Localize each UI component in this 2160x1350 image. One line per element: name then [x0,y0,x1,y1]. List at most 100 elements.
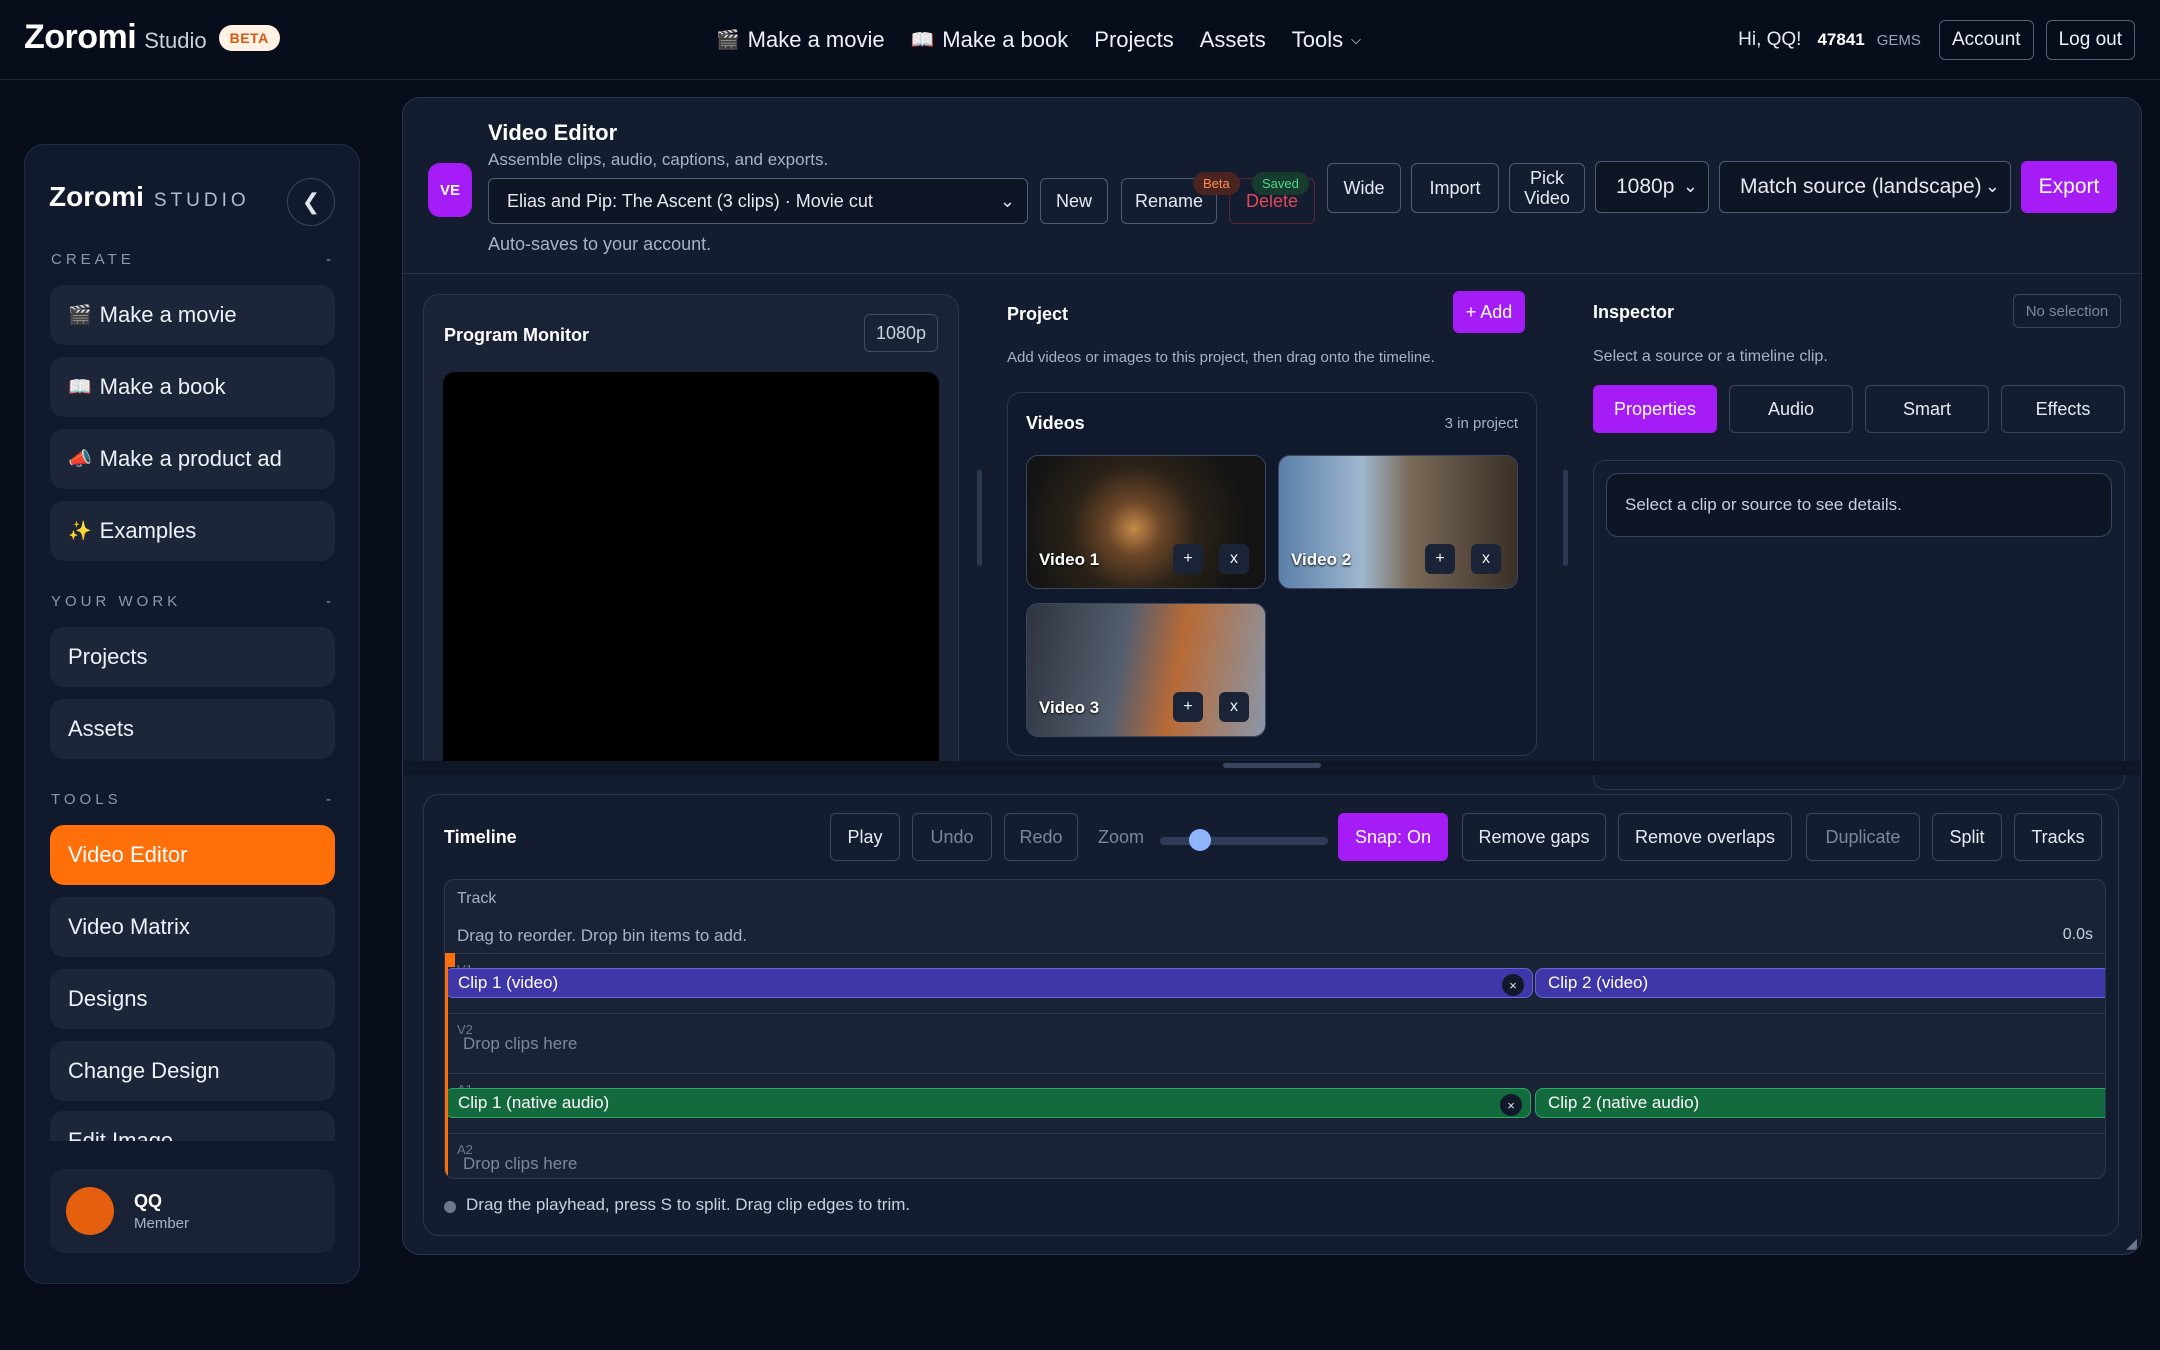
resolution-select[interactable]: 1080p ⌄ [1595,161,1709,213]
chevron-down-icon: ⌄ [1984,176,2000,196]
timeline-clip[interactable]: Clip 1 (native audio) [445,1088,1531,1118]
video-thumb-3[interactable]: Video 3 + x [1026,603,1266,737]
lane-v2[interactable]: V2 Drop clips here [445,1013,2105,1073]
sidebar-item-designs[interactable]: Designs [50,969,335,1029]
user-area: Hi, QQ! 47841 GEMS Account Log out [1738,20,2135,60]
add-to-timeline-button[interactable]: + [1173,692,1203,722]
wide-button[interactable]: Wide [1327,163,1401,213]
timeline-footer-hint: Drag the playhead, press S to split. Dra… [466,1195,911,1214]
duplicate-button[interactable]: Duplicate [1806,813,1920,861]
section-tools[interactable]: TOOLS - [51,791,335,808]
chevron-down-icon: ⌄ [1682,176,1698,196]
lane-a1[interactable]: A1 Clip 1 (native audio) × Clip 2 (nativ… [445,1073,2105,1133]
remove-overlaps-button[interactable]: Remove overlaps [1618,813,1792,861]
nav-make-book[interactable]: 📖 Make a book [911,27,1069,53]
track-area[interactable]: Track Drag to reorder. Drop bin items to… [444,879,2106,1179]
beta-badge: Beta [1193,172,1240,195]
status-dot [444,1201,456,1213]
undo-button[interactable]: Undo [912,813,992,861]
inspector-hint: Select a source or a timeline clip. [1593,348,1828,365]
section-create[interactable]: CREATE - [51,251,335,268]
sidebar-item-change-design[interactable]: Change Design [50,1041,335,1101]
playhead[interactable] [445,953,448,1178]
tab-effects[interactable]: Effects [2001,385,2125,433]
clapper-icon: 🎬 [68,305,92,326]
video-label: Video 2 [1291,550,1352,569]
redo-button[interactable]: Redo [1004,813,1078,861]
sidebar-item-video-editor[interactable]: Video Editor [50,825,335,885]
timeline-title: Timeline [444,827,517,847]
sidebar-item-label: Projects [68,644,148,669]
aspect-select[interactable]: Match source (landscape) ⌄ [1719,161,2011,213]
profile-card[interactable]: QQ Member [50,1169,335,1253]
tab-properties[interactable]: Properties [1593,385,1717,433]
remove-clip-button[interactable]: × [1502,974,1524,996]
playhead-handle[interactable] [445,953,455,967]
add-to-timeline-button[interactable]: + [1173,544,1203,574]
sidebar-item-make-product-ad[interactable]: 📣 Make a product ad [50,429,335,489]
tab-audio[interactable]: Audio [1729,385,1853,433]
account-button[interactable]: Account [1938,20,2034,60]
sidebar-item-make-movie[interactable]: 🎬 Make a movie [50,285,335,345]
collapse-sidebar-button[interactable]: ❮ [287,178,335,226]
add-media-button[interactable]: + Add [1453,291,1525,333]
zoom-slider-handle[interactable] [1189,829,1212,851]
remove-video-button[interactable]: x [1219,692,1249,722]
brand-sub: Studio [144,28,207,53]
section-your-work[interactable]: YOUR WORK - [51,593,335,610]
nav-make-book-label: Make a book [942,27,1069,52]
remove-clip-button[interactable]: × [1500,1094,1522,1116]
brand-logo[interactable]: Zoromi Studio BETA [24,18,280,57]
sidebar-item-assets[interactable]: Assets [50,699,335,759]
pick-video-button[interactable]: Pick Video [1509,163,1585,213]
tab-smart[interactable]: Smart [1865,385,1989,433]
video-thumb-2[interactable]: Video 2 + x [1278,455,1518,589]
sidebar-item-projects[interactable]: Projects [50,627,335,687]
resolution-value: 1080p [1616,175,1675,198]
nav-make-movie[interactable]: 🎬 Make a movie [716,27,885,53]
section-your-work-label: YOUR WORK [51,593,182,610]
track-hint: Drag to reorder. Drop bin items to add. [457,926,748,945]
lane-a2[interactable]: A2 Drop clips here [445,1133,2105,1178]
sidebar-item-label: Edit Image [68,1128,174,1141]
project-select-value: Elias and Pip: The Ascent (3 clips) · Mo… [507,190,873,211]
sidebar-item-label: Assets [68,716,135,741]
video-thumb-1[interactable]: Video 1 + x [1026,455,1266,589]
import-button[interactable]: Import [1411,163,1499,213]
monitor-resolution[interactable]: 1080p [864,314,938,352]
pane-splitter[interactable] [977,470,982,566]
sidebar-item-examples[interactable]: ✨ Examples [50,501,335,561]
play-button[interactable]: Play [830,813,900,861]
nav-tools[interactable]: Tools ⌵ [1292,27,1361,53]
aspect-value: Match source (landscape) [1740,175,1982,198]
sidebar-item-label: Make a book [99,374,226,399]
sidebar-item-edit-image[interactable]: Edit Image [50,1111,335,1141]
lane-v1[interactable]: V1 Clip 1 (video) × Clip 2 (video) [445,953,2105,1013]
remove-gaps-button[interactable]: Remove gaps [1462,813,1606,861]
zoom-slider[interactable] [1160,837,1328,845]
resize-handle[interactable] [1223,763,1321,768]
tracks-button[interactable]: Tracks [2014,813,2102,861]
timeline-clip[interactable]: Clip 2 (native audio) [1535,1088,2105,1118]
megaphone-icon: 📣 [68,449,92,470]
project-hint: Add videos or images to this project, th… [1007,349,1435,366]
remove-video-button[interactable]: x [1219,544,1249,574]
split-button[interactable]: Split [1932,813,2002,861]
logout-button[interactable]: Log out [2045,20,2135,60]
snap-toggle[interactable]: Snap: On [1338,813,1448,861]
timeline-clip[interactable]: Clip 2 (video) [1535,968,2105,998]
timeline-panel: Timeline Play Undo Redo Zoom Snap: On Re… [423,794,2119,1236]
inspector-detail: Select a clip or source to see details. [1606,473,2112,537]
export-button[interactable]: Export [2021,161,2117,213]
remove-video-button[interactable]: x [1471,544,1501,574]
nav-assets[interactable]: Assets [1200,27,1266,53]
monitor-screen[interactable] [443,372,939,773]
resize-grip-icon[interactable]: ◢ [2126,1235,2137,1252]
add-to-timeline-button[interactable]: + [1425,544,1455,574]
sidebar-item-make-book[interactable]: 📖 Make a book [50,357,335,417]
project-select[interactable]: Elias and Pip: The Ascent (3 clips) · Mo… [488,178,1028,224]
sidebar-item-video-matrix[interactable]: Video Matrix [50,897,335,957]
nav-projects[interactable]: Projects [1094,27,1173,53]
new-button[interactable]: New [1040,178,1108,224]
timeline-clip[interactable]: Clip 1 (video) [445,968,1533,998]
